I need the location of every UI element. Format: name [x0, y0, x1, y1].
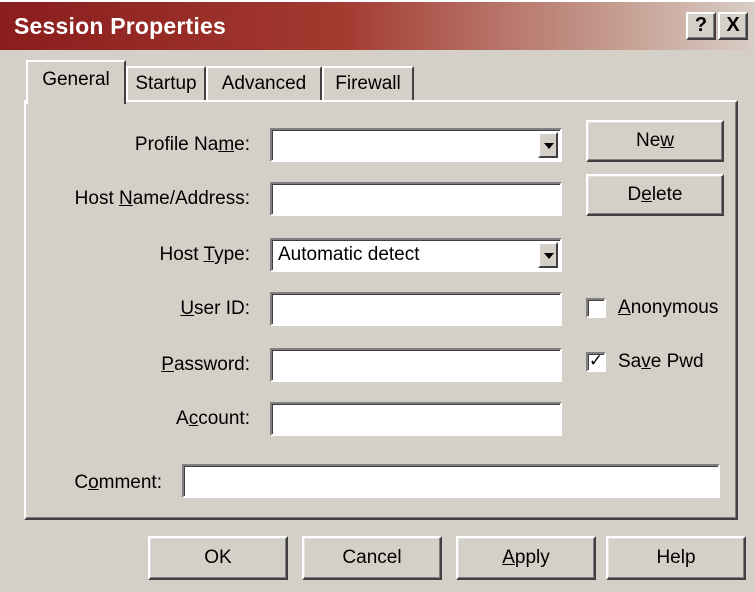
tab-general[interactable]: General	[26, 60, 126, 104]
help-icon[interactable]: ?	[686, 12, 716, 40]
chevron-down-icon[interactable]	[538, 132, 558, 158]
account-input[interactable]	[270, 402, 562, 436]
new-button[interactable]: New	[586, 120, 724, 162]
save-pwd-checkbox[interactable]: ✓	[586, 352, 606, 372]
profile-name-combo[interactable]	[270, 128, 562, 162]
save-pwd-label[interactable]: Save Pwd	[618, 349, 704, 375]
apply-button[interactable]: Apply	[456, 536, 596, 580]
tab-general-label: General	[42, 69, 110, 90]
tab-firewall-label: Firewall	[335, 73, 401, 94]
tab-firewall[interactable]: Firewall	[322, 66, 414, 102]
close-icon[interactable]: X	[718, 12, 748, 40]
password-input[interactable]	[270, 348, 562, 382]
password-label: Password:	[161, 354, 250, 375]
session-properties-dialog: Session Properties ? X General Startup A…	[0, 0, 755, 592]
ok-button[interactable]: OK	[148, 536, 288, 580]
cancel-button[interactable]: Cancel	[302, 536, 442, 580]
user-id-label: User ID:	[180, 298, 250, 319]
help-button[interactable]: Help	[606, 536, 746, 580]
host-type-combo[interactable]: Automatic detect	[270, 238, 562, 272]
title-bar[interactable]: Session Properties ? X	[0, 0, 755, 50]
host-type-label: Host Type:	[159, 244, 251, 265]
host-type-value: Automatic detect	[278, 244, 420, 265]
anonymous-label[interactable]: Anonymous	[618, 295, 718, 321]
account-label: Account:	[176, 408, 250, 429]
tab-advanced[interactable]: Advanced	[206, 66, 322, 102]
profile-name-label: Profile Name:	[134, 134, 250, 155]
tab-advanced-label: Advanced	[221, 73, 307, 94]
host-name-label: Host Name/Address:	[74, 188, 250, 209]
comment-label: Comment:	[74, 472, 162, 493]
anonymous-checkbox[interactable]	[586, 298, 606, 318]
general-tab-panel: Profile Name: Host Name/Address: Host Ty…	[24, 100, 738, 520]
comment-input[interactable]	[182, 464, 720, 498]
window-title: Session Properties	[14, 13, 226, 39]
host-name-input[interactable]	[270, 182, 562, 216]
tab-startup-label: Startup	[135, 73, 197, 94]
tab-startup[interactable]: Startup	[126, 66, 206, 102]
chevron-down-icon[interactable]	[538, 242, 558, 268]
user-id-input[interactable]	[270, 292, 562, 326]
delete-button[interactable]: Delete	[586, 174, 724, 216]
